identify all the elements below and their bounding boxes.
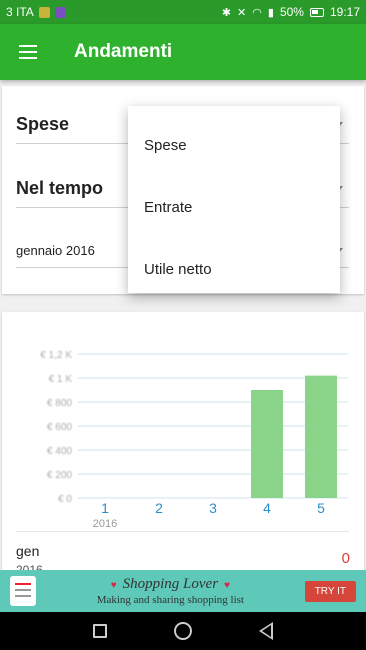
mute-icon: ✕ [237,6,247,19]
home-icon[interactable] [173,622,192,640]
page-title: Andamenti [74,41,173,62]
y-tick-label: € 600 [47,422,72,433]
y-tick-label: € 200 [47,470,72,481]
wifi-icon: ◠ [252,6,262,19]
y-tick-label: € 1,2 K [40,350,72,361]
system-nav-bar [0,612,366,650]
type-selector-value: Spese [16,114,70,134]
status-bar: 3 ITA ✱ ✕ ◠ ▮ 50% 19:17 [0,0,366,24]
ad-cta-button[interactable]: TRY IT [304,580,356,602]
app-bar: Andamenti [0,24,366,80]
notification-yellow-icon [38,6,50,18]
y-tick-label: € 800 [47,398,72,409]
summary-row-label: gen [16,543,40,559]
chart-card: € 1,2 K € 1 K € 800 € 600 € 400 € 200 € 0 1 2 3 4 5… [2,312,364,570]
bar-chart: € 1,2 K € 1 K € 800 € 600 € 400 € 200 € 0 1 2 3 4 5… [40,350,348,530]
battery-percent: 50% [279,5,304,19]
ad-logo-icon [10,576,36,606]
heart-icon: ♥ [110,580,117,591]
hamburger-menu-icon[interactable] [0,24,56,80]
signal-icon: ▮ [267,6,274,19]
ad-subtitle: Making and sharing shopping list [96,594,244,606]
x-tick-label: 4 [263,500,271,516]
carrier-label: 3 ITA [6,5,34,19]
clock: 19:17 [329,5,360,19]
period-selector-value: Nel tempo [16,178,104,198]
ad-title: Shopping Lover [122,576,219,592]
y-tick-label: € 1 K [49,374,73,385]
x-tick-label: 2 [155,500,163,516]
bluetooth-icon: ✱ [221,6,232,19]
bar-4[interactable] [251,390,283,498]
month-selector-value: gennaio 2016 [16,243,95,258]
dropdown-option-spese[interactable]: Spese [128,114,340,176]
back-icon[interactable] [258,622,273,640]
recents-icon[interactable] [93,624,108,638]
divider [16,531,349,532]
bar-5[interactable] [305,375,337,498]
ad-banner[interactable]: ♥ Shopping Lover ♥ Making and sharing shop… [0,570,366,612]
x-tick-label: 3 [209,500,217,516]
heart-icon: ♥ [224,580,230,591]
x-tick-label: 1 [101,500,109,516]
x-axis-year-label: 2016 [93,518,117,530]
y-tick-label: € 0 [58,494,72,505]
notification-purple-icon [54,6,66,18]
summary-row-sublabel: 2016 [16,563,43,570]
type-dropdown-menu: Spese Entrate Utile netto [128,106,340,293]
x-tick-label: 5 [317,500,325,516]
battery-icon [309,7,324,17]
y-tick-label: € 400 [47,446,72,457]
summary-row-value: 0 [341,550,350,567]
dropdown-option-utile-netto[interactable]: Utile netto [128,238,340,300]
dropdown-option-entrate[interactable]: Entrate [128,176,340,238]
